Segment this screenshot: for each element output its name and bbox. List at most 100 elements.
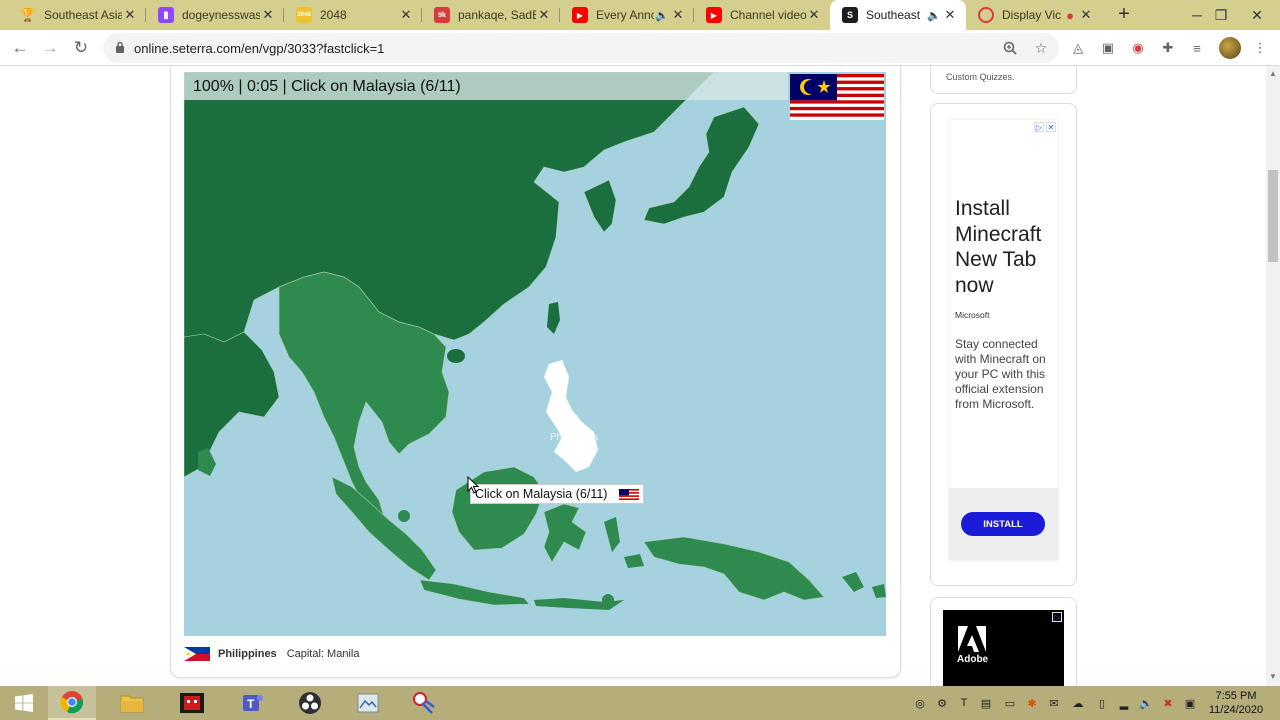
- back-button[interactable]: ←: [8, 36, 32, 60]
- borneo-region[interactable]: [451, 466, 545, 551]
- tray-app-orange-icon[interactable]: ✱: [1024, 695, 1040, 711]
- ad-choices[interactable]: ▷ ✕: [1034, 122, 1056, 132]
- java-region[interactable]: [419, 579, 530, 606]
- trophy-icon: 🏆: [19, 7, 37, 22]
- address-bar[interactable]: online.seterra.com/en/vgp/3033?fastclick…: [103, 33, 1059, 63]
- tray-cloud-icon[interactable]: ☁: [1070, 695, 1086, 711]
- zoom-icon[interactable]: [1000, 38, 1020, 58]
- maluku-islands[interactable]: [604, 517, 644, 568]
- extension-a-icon[interactable]: ◬: [1068, 38, 1088, 58]
- ad-card-adobe[interactable]: Adobe ▷: [930, 597, 1077, 686]
- tray-steam-icon[interactable]: ⚙: [934, 695, 950, 711]
- forward-button[interactable]: →: [38, 36, 62, 60]
- srilanka-region[interactable]: [198, 448, 216, 476]
- tab-channel-videos[interactable]: ▶ Channel videos ✕: [694, 0, 830, 30]
- taskbar-obs[interactable]: [286, 686, 334, 720]
- ad-banner[interactable]: ▷ ✕ Install Minecraft New Tab now Micros…: [949, 120, 1058, 560]
- chrome-icon: [60, 691, 83, 714]
- close-tab-icon[interactable]: ✕: [670, 7, 686, 23]
- start-button[interactable]: [0, 686, 48, 720]
- taskbar-chrome[interactable]: [48, 686, 96, 720]
- new-tab-button[interactable]: +: [1114, 4, 1134, 25]
- tray-volume-icon[interactable]: 🔈: [1138, 695, 1154, 711]
- tab-pankaqe[interactable]: 9k pankaqe, SadB ✕: [422, 0, 560, 30]
- custom-quizzes-text[interactable]: Custom Quizzes.: [946, 72, 1015, 82]
- tab-southeast-asia[interactable]: 🏆 Southeast Asia: ✕: [8, 0, 146, 30]
- youtube-icon: ▶: [706, 7, 722, 23]
- tab-southeast-active[interactable]: S Southeast 🔈 ✕: [830, 0, 966, 30]
- close-window-button[interactable]: ✕: [1234, 0, 1280, 30]
- twitch-icon: ▮: [158, 7, 174, 23]
- singapore-dot[interactable]: [398, 510, 410, 522]
- tray-battery-icon[interactable]: ▯: [1094, 695, 1110, 711]
- pacific-islands[interactable]: [842, 572, 886, 598]
- speaker-icon[interactable]: 🔈: [926, 9, 942, 22]
- new-guinea-region[interactable]: [643, 536, 825, 601]
- taiwan-region[interactable]: [547, 302, 560, 334]
- taskbar-snipping-tool[interactable]: [400, 686, 448, 720]
- adobe-ad-banner[interactable]: Adobe ▷: [943, 610, 1064, 686]
- china-region[interactable]: [184, 72, 715, 343]
- profile-avatar[interactable]: [1219, 37, 1241, 59]
- tab-every-annc[interactable]: ▶ Every Annc 🔈 ✕: [560, 0, 694, 30]
- obs-icon: [299, 692, 321, 714]
- taskbar-file-explorer[interactable]: [108, 686, 156, 720]
- korea-region[interactable]: [583, 179, 617, 233]
- close-tab-icon[interactable]: ✕: [122, 7, 138, 23]
- hainan-region[interactable]: [447, 349, 465, 363]
- close-tab-icon[interactable]: ✕: [1078, 7, 1094, 23]
- adchoices-icon[interactable]: ▷: [1052, 612, 1062, 622]
- adobe-logo-icon: [958, 626, 986, 652]
- malaysia-mini-flag-icon: [619, 488, 640, 500]
- tray-display-icon[interactable]: ▣: [1182, 695, 1198, 711]
- taskbar-app-window[interactable]: [344, 686, 392, 720]
- sumatra-region[interactable]: [331, 476, 437, 581]
- close-tab-icon[interactable]: ✕: [942, 7, 958, 23]
- extension-record-icon[interactable]: ◉: [1128, 38, 1148, 58]
- page-content: 100% | 0:05 | Click on Malaysia (6/11) P…: [0, 66, 1266, 686]
- tab-dogeynesswast[interactable]: ▮ dogeynesswast ✕: [146, 0, 284, 30]
- tray-wifi-icon[interactable]: ▂: [1116, 695, 1132, 711]
- ad-card-minecraft[interactable]: ▷ ✕ Install Minecraft New Tab now Micros…: [930, 103, 1077, 586]
- philippines-region[interactable]: [543, 359, 599, 473]
- ad-close-icon[interactable]: ✕: [1046, 122, 1056, 132]
- bookmark-star-icon[interactable]: ☆: [1031, 38, 1051, 58]
- country-info-bar: Philippines Capital: Manila: [184, 646, 359, 662]
- tab-display-vic[interactable]: Display Vic ● ✕: [966, 0, 1102, 30]
- taskbar-meatboy[interactable]: [168, 686, 216, 720]
- sulawesi-region[interactable]: [543, 503, 587, 563]
- close-tab-icon[interactable]: ✕: [806, 7, 822, 23]
- ad-card-top: Custom Quizzes.: [930, 66, 1077, 94]
- scroll-up-arrow-icon[interactable]: ▲: [1268, 69, 1278, 79]
- close-tab-icon[interactable]: ✕: [260, 7, 276, 23]
- browser-toolbar: ← → ↻ online.seterra.com/en/vgp/3033?fas…: [0, 30, 1280, 66]
- install-button[interactable]: INSTALL: [961, 512, 1045, 536]
- ad-headline[interactable]: Install Minecraft New Tab now: [955, 196, 1055, 298]
- taskbar-teams[interactable]: T: [228, 686, 276, 720]
- tray-red-x-icon[interactable]: ✖: [1160, 695, 1176, 711]
- menu-kebab-icon[interactable]: ⋮: [1250, 38, 1270, 58]
- tray-app-icon[interactable]: ▤: [978, 695, 994, 711]
- tray-obs-icon[interactable]: ◎: [912, 695, 928, 711]
- adchoices-icon[interactable]: ▷: [1034, 122, 1044, 132]
- tab-2048[interactable]: 2048 2048 ✕: [284, 0, 422, 30]
- scroll-thumb[interactable]: [1268, 170, 1278, 262]
- taskbar-clock[interactable]: 7:55 PM 11/24/2020: [1206, 689, 1266, 717]
- tray-teams-icon[interactable]: T: [956, 695, 972, 711]
- map-svg[interactable]: [184, 72, 886, 636]
- map-area[interactable]: 100% | 0:05 | Click on Malaysia (6/11) P…: [184, 72, 886, 636]
- close-tab-icon[interactable]: ✕: [536, 7, 552, 23]
- page-scrollbar[interactable]: ▲ ▼: [1266, 66, 1280, 686]
- game-app-icon: [180, 693, 204, 713]
- speaker-icon[interactable]: 🔈: [654, 9, 670, 22]
- media-control-icon[interactable]: ≡: [1187, 38, 1207, 58]
- scroll-down-arrow-icon[interactable]: ▼: [1268, 672, 1278, 682]
- extension-b-icon[interactable]: ▣: [1098, 38, 1118, 58]
- tray-network-icon[interactable]: ✉: [1046, 695, 1062, 711]
- tray-chat-icon[interactable]: ▭: [1002, 695, 1018, 711]
- reload-button[interactable]: ↻: [69, 36, 93, 60]
- timor-dot[interactable]: [602, 594, 614, 606]
- extensions-puzzle-icon[interactable]: ✚: [1158, 38, 1178, 58]
- ad-choices-2[interactable]: ▷: [1052, 612, 1062, 622]
- close-tab-icon[interactable]: ✕: [398, 7, 414, 23]
